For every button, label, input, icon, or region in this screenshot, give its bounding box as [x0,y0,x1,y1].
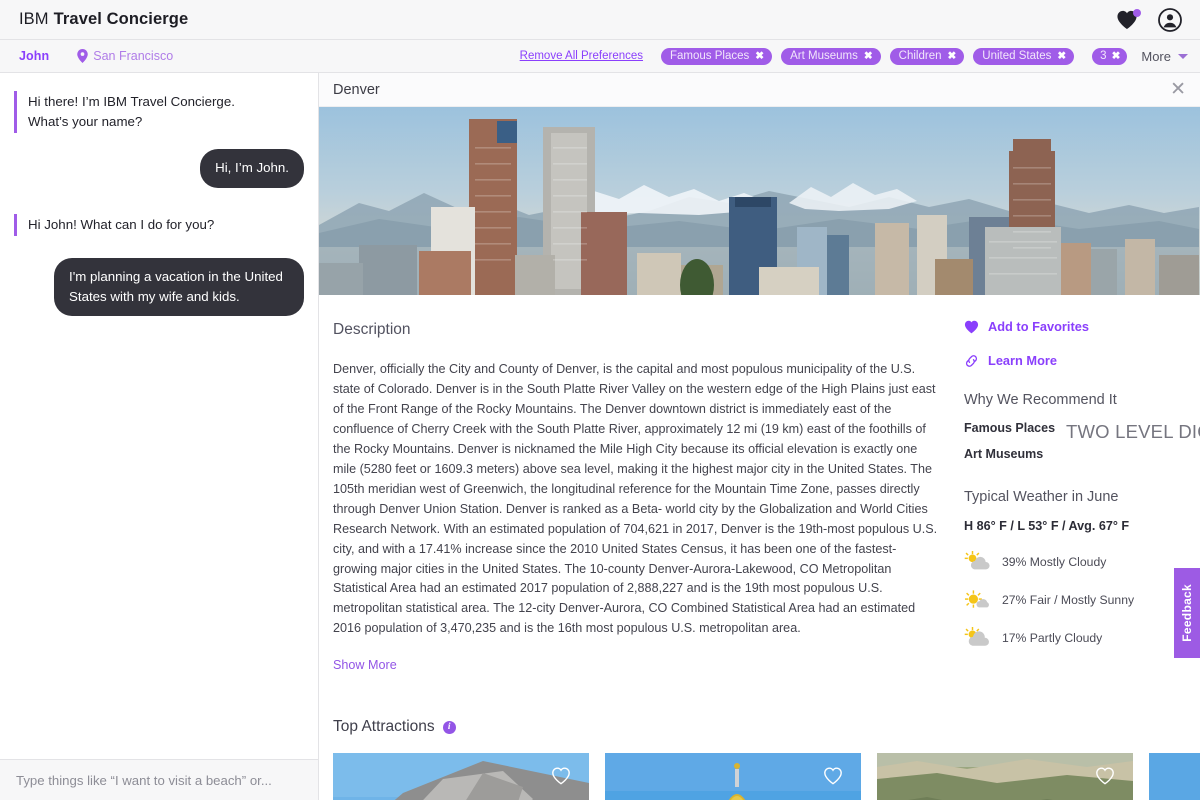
weather-heading: Typical Weather in June [964,489,1119,505]
chip-united-states[interactable]: United States ✖ [973,47,1075,65]
brand-name: Travel Concierge [53,10,189,28]
top-attractions-header: Top Attractions i [333,718,940,736]
denver-skyline-illustration [319,119,1199,295]
account-button[interactable] [1158,7,1182,32]
detail-main-column: Description Denver, officially the City … [319,295,1200,800]
chat-message: Hi, I’m John. [14,149,304,188]
sun-behind-cloud-icon [964,551,990,570]
learn-more-label: Learn More [988,353,1057,368]
top-bar: IBM Travel Concierge [0,0,1200,40]
bot-message-bubble: Hi John! What can I do for you? [14,213,220,236]
chip-art-museums[interactable]: Art Museums ✖ [781,47,881,65]
hero-image [319,107,1200,295]
add-to-favorites-label: Add to Favorites [988,319,1089,334]
weather-label: 39% Mostly Cloudy [1002,555,1107,569]
chip-children[interactable]: Children ✖ [889,47,965,65]
user-name[interactable]: John [19,49,49,63]
detail-header: Denver ✕ [319,73,1200,107]
close-icon[interactable]: ✕ [1170,80,1186,99]
chat-message: I'm planning a vacation in the United St… [14,257,304,317]
app-root: IBM Travel Concierge John San Francisco … [0,0,1200,800]
user-message-bubble: Hi, I’m John. [200,149,304,188]
detail-side-column: Add to Favorites Learn More Why We Recom… [964,295,1200,800]
reason-art-museums: Art Museums [964,447,1044,461]
why-recommend-heading: Why We Recommend It [964,392,1117,408]
attraction-photo-partial [1149,753,1200,800]
heart-outline-icon[interactable] [1095,767,1115,785]
chip-remove-icon[interactable]: ✖ [1057,50,1066,62]
chip-label: Art Museums [790,50,858,62]
chip-label: Children [898,50,942,62]
favorites-button[interactable] [1116,8,1141,30]
sun-small-cloud-icon [964,590,989,608]
account-circle-icon [1158,7,1182,32]
chip-remove-icon[interactable]: ✖ [755,50,764,62]
chat-panel: Hi there! I’m IBM Travel Concierge. What… [0,73,319,800]
chip-label: United States [982,50,1052,62]
favorites-notification-dot [1133,8,1141,17]
sun-behind-cloud-icon [964,627,989,646]
detail-title: Denver [333,81,380,98]
dictionary-overlay-text: TWO LEVEL DICTIO [1066,421,1200,442]
chip-famous-places[interactable]: Famous Places ✖ [661,47,773,65]
user-message-bubble: I'm planning a vacation in the United St… [54,257,304,317]
weather-summary: H 86° F / L 53° F / Avg. 67° F [964,519,1130,533]
attraction-card-colorado-state-capitol[interactable] [605,753,861,800]
more-preferences-dropdown[interactable]: More [1141,49,1188,64]
link-icon [965,354,978,367]
chat-input-bar [0,759,318,800]
body-split: Hi there! I’m IBM Travel Concierge. What… [0,73,1200,800]
preference-chips: Famous Places ✖ Art Museums ✖ Children ✖… [661,47,1128,65]
attraction-card-denver-art-museum[interactable] [333,753,589,800]
brand-prefix: IBM [19,10,49,28]
weather-label: 17% Partly Cloudy [1002,631,1103,645]
learn-more-button[interactable]: Learn More [964,353,1190,368]
location-label: San Francisco [93,49,174,63]
detail-body: Description Denver, officially the City … [319,295,1200,800]
description-text: Denver, officially the City and County o… [333,362,938,636]
app-brand: IBM Travel Concierge [19,10,188,29]
attraction-card-red-rocks-amphitheatre[interactable] [877,753,1133,800]
location-selector[interactable]: San Francisco [77,49,173,63]
attraction-card-partial[interactable] [1149,753,1200,800]
feedback-tab[interactable]: Feedback [1174,568,1200,658]
more-label: More [1141,48,1171,64]
heart-outline-icon[interactable] [823,767,843,785]
show-more-link[interactable]: Show More [333,658,397,672]
chat-message-list[interactable]: Hi there! I’m IBM Travel Concierge. What… [0,73,318,759]
top-attractions-heading: Top Attractions [333,718,435,736]
attraction-card-list [333,753,1200,800]
chip-overflow-count[interactable]: 3 ✖ [1092,47,1128,65]
add-to-favorites-button[interactable]: Add to Favorites [964,319,1190,334]
bot-message-bubble: Hi there! I’m IBM Travel Concierge. What… [14,91,282,134]
chip-remove-icon[interactable]: ✖ [1112,50,1121,62]
remove-all-preferences-link[interactable]: Remove All Preferences [520,50,643,62]
feedback-label: Feedback [1180,584,1194,642]
chevron-down-icon [1178,53,1188,59]
chip-remove-icon[interactable]: ✖ [947,50,956,62]
info-icon[interactable]: i [442,720,456,734]
chip-label: 3 [1100,50,1107,62]
heart-filled-icon [964,320,979,333]
description-heading: Description [333,321,411,338]
weather-row: 17% Partly Cloudy [964,627,1190,649]
chat-message: Hi there! I’m IBM Travel Concierge. What… [14,91,304,134]
chip-label: Famous Places [670,50,750,62]
chat-input[interactable] [16,772,302,788]
weather-row: 27% Fair / Mostly Sunny [964,589,1190,611]
top-bar-icons [1116,7,1182,32]
weather-label: 27% Fair / Mostly Sunny [1002,593,1135,607]
heart-outline-icon[interactable] [551,767,571,785]
preferences-bar: John San Francisco Remove All Preference… [0,40,1200,73]
map-pin-icon [77,49,89,63]
chip-remove-icon[interactable]: ✖ [864,50,873,62]
chat-message: Hi John! What can I do for you? [14,213,304,236]
weather-row: 39% Mostly Cloudy [964,551,1190,573]
